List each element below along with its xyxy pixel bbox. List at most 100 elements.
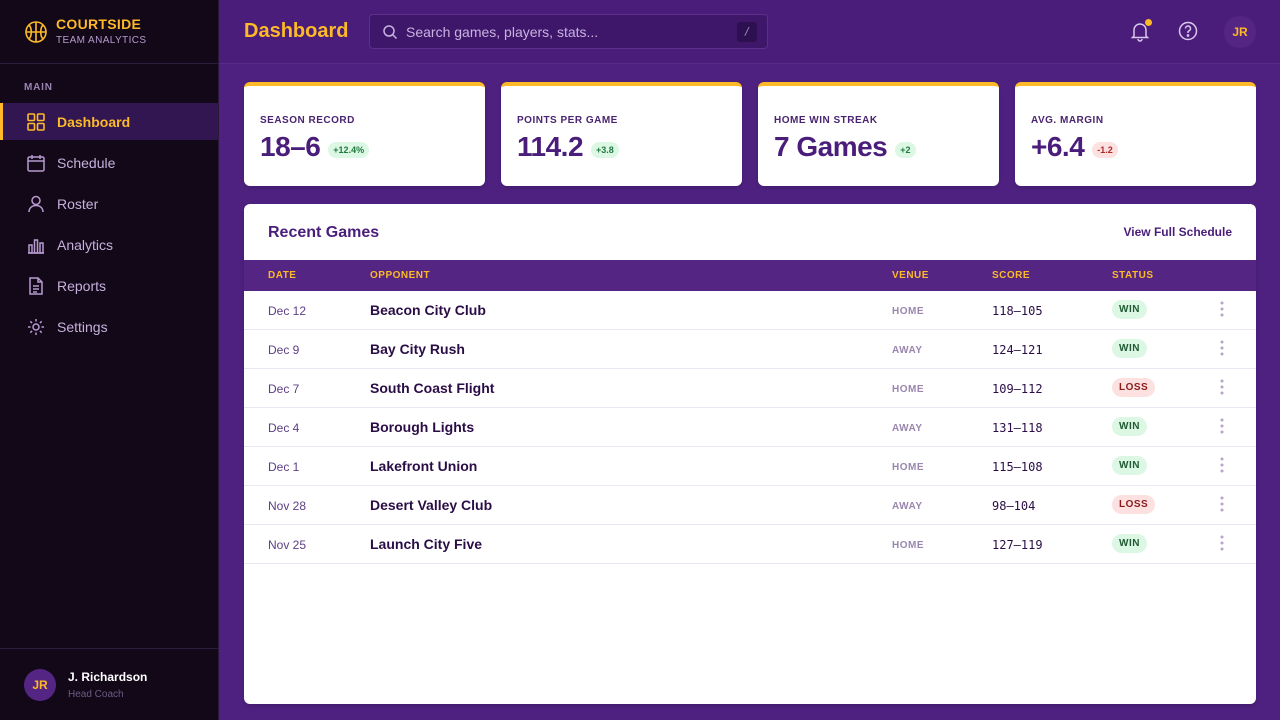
stat-delta-badge: +3.8 — [591, 141, 619, 158]
column-header-venue[interactable]: VENUE — [892, 270, 929, 281]
more-options-icon[interactable] — [1216, 338, 1228, 358]
game-score: 109–112 — [992, 382, 1043, 396]
sidebar-item-roster[interactable]: Roster — [0, 185, 218, 222]
page-title: Dashboard — [244, 20, 349, 42]
game-venue: AWAY — [892, 501, 923, 512]
game-opponent: Beacon City Club — [370, 302, 486, 318]
status-badge: WIN — [1112, 456, 1147, 475]
game-venue: HOME — [892, 540, 924, 551]
table-row[interactable]: Nov 25 Launch City Five HOME 127–119 WIN — [244, 525, 1256, 564]
status-badge: WIN — [1112, 534, 1147, 553]
column-header-date[interactable]: DATE — [268, 270, 296, 281]
table-row[interactable]: Dec 9 Bay City Rush AWAY 124–121 WIN — [244, 330, 1256, 369]
help-icon[interactable] — [1177, 20, 1199, 42]
gear-icon — [28, 318, 44, 335]
game-score: 115–108 — [992, 460, 1043, 474]
more-options-icon[interactable] — [1216, 533, 1228, 553]
brand-subtitle: TEAM ANALYTICS — [56, 35, 147, 46]
stat-delta-badge: +12.4% — [328, 141, 370, 158]
more-options-icon[interactable] — [1216, 299, 1228, 319]
sidebar-item-label: Dashboard — [57, 113, 131, 130]
game-date: Nov 28 — [268, 499, 307, 513]
status-badge: LOSS — [1112, 495, 1156, 514]
notification-dot — [1145, 19, 1152, 26]
avatar: JR — [24, 668, 56, 701]
search-input[interactable]: Search games, players, stats... / — [369, 14, 768, 49]
game-score: 127–119 — [992, 538, 1043, 552]
game-date: Dec 1 — [268, 460, 300, 474]
stat-value: 18–6 — [260, 131, 321, 162]
game-date: Nov 25 — [268, 538, 307, 552]
game-score: 124–121 — [992, 343, 1043, 357]
stat-value: 7 Games — [774, 131, 888, 162]
game-opponent: Desert Valley Club — [370, 497, 493, 513]
recent-games-panel: Recent Games View Full Schedule DATE OPP… — [244, 204, 1256, 704]
sidebar-item-analytics[interactable]: Analytics — [0, 226, 218, 263]
table-row[interactable]: Dec 12 Beacon City Club HOME 118–105 WIN — [244, 291, 1256, 330]
search-shortcut: / — [737, 21, 757, 42]
column-header-score[interactable]: SCORE — [992, 270, 1030, 281]
game-opponent: South Coast Flight — [370, 380, 495, 396]
stat-value: +6.4 — [1031, 131, 1085, 162]
more-options-icon[interactable] — [1216, 416, 1228, 436]
stat-card-points-per-game: POINTS PER GAME 114.2 +3.8 — [501, 82, 742, 186]
table-header: DATE OPPONENT VENUE SCORE STATUS — [244, 260, 1256, 291]
game-venue: HOME — [892, 306, 924, 317]
game-venue: AWAY — [892, 423, 923, 434]
game-date: Dec 4 — [268, 421, 300, 435]
nav-section-label: MAIN — [24, 82, 53, 93]
table-row[interactable]: Dec 7 South Coast Flight HOME 109–112 LOSS — [244, 369, 1256, 408]
user-icon — [28, 195, 44, 212]
stat-value: 114.2 — [517, 131, 584, 162]
game-date: Dec 12 — [268, 304, 307, 318]
basketball-icon — [25, 20, 47, 43]
table-row[interactable]: Dec 4 Borough Lights AWAY 131–118 WIN — [244, 408, 1256, 447]
header-avatar[interactable]: JR — [1224, 16, 1256, 48]
stat-card-avg-margin: AVG. MARGIN +6.4 -1.2 — [1015, 82, 1256, 186]
topbar: Dashboard Search games, players, stats..… — [219, 0, 1280, 64]
user-role: Head Coach — [68, 688, 124, 700]
game-opponent: Lakefront Union — [370, 458, 478, 474]
sidebar-item-schedule[interactable]: Schedule — [0, 144, 218, 181]
game-date: Dec 9 — [268, 343, 300, 357]
brand[interactable]: COURTSIDE TEAM ANALYTICS — [0, 0, 218, 64]
stat-label: SEASON RECORD — [260, 115, 355, 126]
sidebar-item-label: Schedule — [57, 154, 116, 171]
table-row[interactable]: Nov 28 Desert Valley Club AWAY 98–104 LOSS — [244, 486, 1256, 525]
game-opponent: Launch City Five — [370, 536, 483, 552]
sidebar-item-settings[interactable]: Settings — [0, 308, 218, 345]
status-badge: LOSS — [1112, 378, 1156, 397]
more-options-icon[interactable] — [1216, 494, 1228, 514]
sidebar-item-dashboard[interactable]: Dashboard — [0, 103, 218, 140]
game-venue: HOME — [892, 462, 924, 473]
brand-name: COURTSIDE — [56, 16, 142, 32]
sidebar-item-reports[interactable]: Reports — [0, 267, 218, 304]
sidebar: COURTSIDE TEAM ANALYTICS MAIN Dashboard … — [0, 0, 219, 720]
user-profile[interactable]: JR J. Richardson Head Coach — [0, 648, 219, 720]
game-score: 98–104 — [992, 499, 1036, 513]
game-venue: HOME — [892, 384, 924, 395]
column-header-status[interactable]: STATUS — [1112, 270, 1154, 281]
sidebar-item-label: Reports — [57, 277, 107, 294]
stat-label: POINTS PER GAME — [517, 115, 618, 126]
user-name: J. Richardson — [68, 669, 148, 684]
stat-card-home-win-streak: HOME WIN STREAK 7 Games +2 — [758, 82, 999, 186]
search-icon — [383, 24, 398, 39]
game-score: 131–118 — [992, 421, 1043, 435]
column-header-opponent[interactable]: OPPONENT — [370, 270, 430, 281]
sidebar-item-label: Settings — [57, 318, 108, 335]
game-venue: AWAY — [892, 345, 923, 356]
calendar-icon — [27, 154, 45, 172]
status-badge: WIN — [1112, 300, 1147, 319]
sidebar-item-label: Analytics — [57, 236, 114, 253]
grid-icon — [27, 112, 45, 131]
table-row[interactable]: Dec 1 Lakefront Union HOME 115–108 WIN — [244, 447, 1256, 486]
view-full-schedule-link[interactable]: View Full Schedule — [1124, 225, 1232, 239]
document-icon — [29, 276, 43, 295]
more-options-icon[interactable] — [1216, 455, 1228, 475]
game-opponent: Bay City Rush — [370, 341, 465, 357]
game-date: Dec 7 — [268, 382, 300, 396]
bar-chart-icon — [28, 238, 44, 254]
more-options-icon[interactable] — [1216, 377, 1228, 397]
status-badge: WIN — [1112, 339, 1147, 358]
